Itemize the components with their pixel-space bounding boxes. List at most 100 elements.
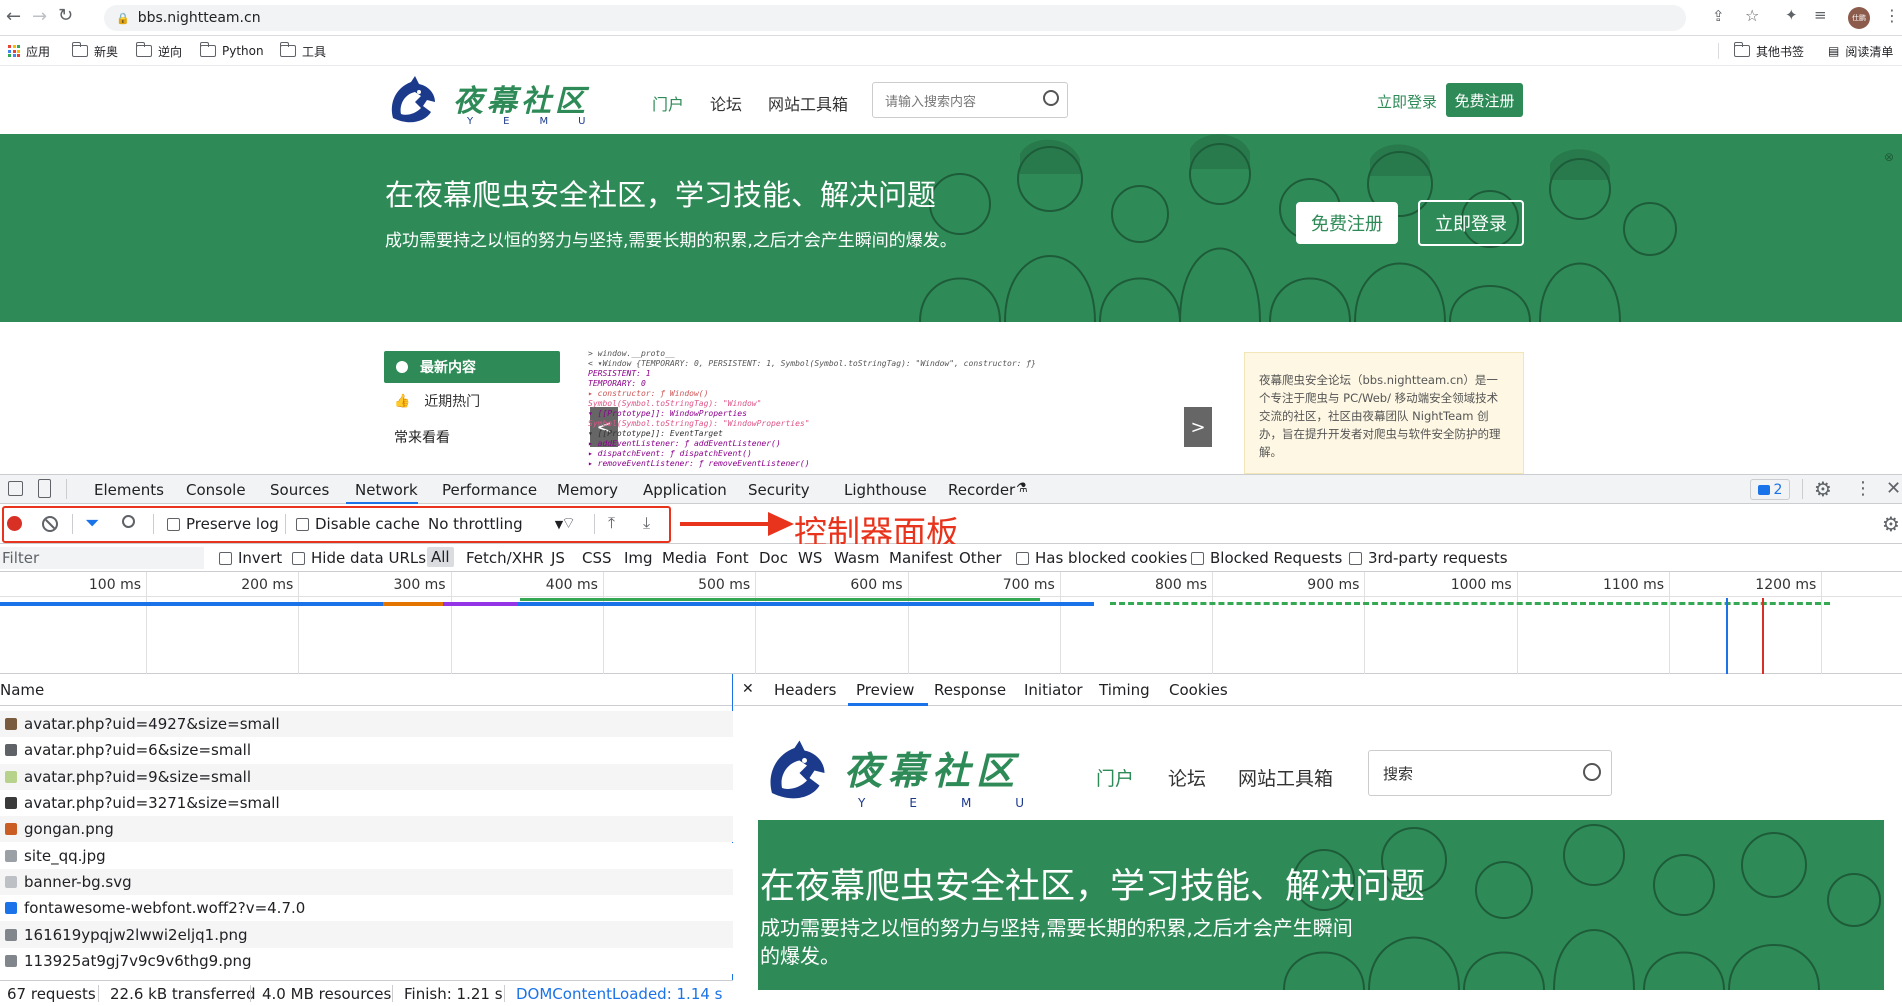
detail-tab-cookies[interactable]: Cookies <box>1169 681 1228 699</box>
request-row[interactable]: avatar.php?uid=6&size=small <box>0 737 733 764</box>
blocked-requests-checkbox[interactable]: Blocked Requests <box>1191 549 1342 567</box>
site-search[interactable]: 请输入搜索内容 <box>872 82 1068 118</box>
preserve-log-checkbox[interactable]: Preserve log <box>167 515 279 533</box>
bookmark-folder[interactable]: 逆向 <box>135 42 182 60</box>
record-button[interactable] <box>7 516 22 531</box>
nav-forum[interactable]: 论坛 <box>710 91 742 115</box>
tab-elements[interactable]: Elements <box>94 481 164 499</box>
bookmark-folder[interactable]: 工具 <box>279 42 326 60</box>
request-row[interactable]: fontawesome-webfont.woff2?v=4.7.0 <box>0 895 733 922</box>
type-filter-doc[interactable]: Doc <box>759 549 788 567</box>
bookmark-folder[interactable]: Python <box>199 42 264 60</box>
tab-lighthouse[interactable]: Lighthouse <box>844 481 927 499</box>
import-har-icon[interactable]: ⤒ <box>608 513 615 533</box>
login-link[interactable]: 立即登录 <box>1377 91 1437 112</box>
request-row[interactable]: banner-bg.svg <box>0 868 733 896</box>
tab-application[interactable]: Application <box>643 481 727 499</box>
close-detail-icon[interactable]: ✕ <box>742 681 754 697</box>
close-icon[interactable]: ⊗ <box>1884 150 1894 164</box>
detail-tab-initiator[interactable]: Initiator <box>1024 681 1083 699</box>
tab-memory[interactable]: Memory <box>557 481 618 499</box>
type-filter-img[interactable]: Img <box>624 549 653 567</box>
blocked-cookies-checkbox[interactable]: Has blocked cookies <box>1016 549 1187 567</box>
carousel-next-button[interactable]: > <box>1184 407 1212 447</box>
bookmark-other[interactable]: 其他书签 <box>1733 42 1804 60</box>
side-item-latest[interactable]: 最新内容 <box>384 351 560 383</box>
detail-tab-timing[interactable]: Timing <box>1099 681 1150 699</box>
filter-funnel-icon[interactable]: ⏷ <box>85 513 99 534</box>
forward-icon[interactable]: → <box>32 6 47 27</box>
reload-icon[interactable]: ↻ <box>58 5 73 26</box>
type-filter-js[interactable]: JS <box>551 549 565 567</box>
request-row[interactable]: avatar.php?uid=3271&size=small <box>0 789 733 817</box>
type-filter-css[interactable]: CSS <box>582 549 612 567</box>
request-name: site_qq.jpg <box>24 846 106 865</box>
detail-tab-response[interactable]: Response <box>934 681 1006 699</box>
type-filter-media[interactable]: Media <box>662 549 707 567</box>
side-item-hot[interactable]: 👍 近期热门 <box>384 383 560 419</box>
bookmark-folder[interactable]: 新奥 <box>71 42 118 60</box>
type-filter-xhr[interactable]: Fetch/XHR <box>466 549 544 567</box>
third-party-checkbox[interactable]: 3rd-party requests <box>1349 549 1508 567</box>
request-row[interactable]: site_qq.jpg <box>0 842 733 869</box>
network-overview[interactable]: 100 ms 200 ms 300 ms 400 ms 500 ms 600 ms 700 … <box>0 572 1902 674</box>
code-line: < ▾Window {TEMPORARY: 0, PERSISTENT: 1, … <box>588 359 1036 368</box>
inspect-icon[interactable] <box>8 481 23 496</box>
menu-icon[interactable]: ⋮ <box>1884 6 1900 25</box>
preview-logo-text: 夜幕社区 <box>844 748 1021 793</box>
close-devtools-icon[interactable]: ✕ <box>1886 478 1901 499</box>
network-settings-gear-icon[interactable]: ⚙ <box>1882 512 1900 536</box>
tab-console[interactable]: Console <box>186 481 246 499</box>
share-icon[interactable]: ⇪ <box>1712 7 1725 25</box>
star-icon[interactable]: ☆ <box>1745 6 1759 25</box>
disable-cache-checkbox[interactable]: Disable cache <box>296 515 420 533</box>
avatar[interactable]: 仕鹏 <box>1848 7 1870 29</box>
back-icon[interactable]: ← <box>6 6 21 27</box>
register-button[interactable]: 免费注册 <box>1446 83 1523 117</box>
settings-gear-icon[interactable]: ⚙ <box>1814 477 1832 501</box>
file-type-icon <box>5 954 17 967</box>
banner-register-button[interactable]: 免费注册 <box>1296 202 1398 244</box>
throttling-select[interactable]: No throttling ▼ <box>428 515 563 533</box>
tab-sources[interactable]: Sources <box>270 481 329 499</box>
bookmark-apps[interactable]: 应用 <box>8 42 50 60</box>
reading-list-icon[interactable]: ≡ <box>1814 6 1827 24</box>
request-row[interactable]: avatar.php?uid=9&size=small <box>0 763 733 790</box>
type-filter-manifest[interactable]: Manifest <box>889 549 953 567</box>
device-toggle-icon[interactable] <box>38 479 51 498</box>
tab-network[interactable]: Network <box>355 481 418 499</box>
bookmark-reading-list[interactable]: ▤ 阅读清单 <box>1828 42 1893 60</box>
tab-security[interactable]: Security <box>748 481 810 499</box>
invert-checkbox[interactable]: Invert <box>219 549 282 567</box>
name-column-header[interactable]: Name <box>0 674 732 706</box>
request-row[interactable]: avatar.php?uid=4927&size=small <box>0 711 733 738</box>
bookmark-label: Python <box>222 44 264 58</box>
type-filter-font[interactable]: Font <box>716 549 749 567</box>
side-item-frequent: 常来看看 <box>394 430 450 446</box>
site-logo[interactable]: 夜幕社区 Y E M U <box>385 74 595 130</box>
type-filter-ws[interactable]: WS <box>798 549 822 567</box>
type-filter-all[interactable]: All <box>427 547 454 567</box>
request-row[interactable]: 113925at9gj7v9c9v6thg9.png <box>0 947 733 974</box>
network-conditions-icon[interactable]: ⌔ <box>561 513 576 533</box>
filter-input[interactable]: Filter <box>0 547 204 569</box>
nav-toolbox[interactable]: 网站工具箱 <box>768 91 848 115</box>
tab-performance[interactable]: Performance <box>442 481 537 499</box>
type-filter-wasm[interactable]: Wasm <box>834 549 880 567</box>
search-icon[interactable] <box>1043 90 1059 106</box>
issues-badge[interactable]: 2 <box>1750 479 1790 500</box>
export-har-icon[interactable]: ⤓ <box>643 513 650 533</box>
search-icon[interactable] <box>122 515 135 528</box>
more-options-icon[interactable]: ⋮ <box>1854 478 1872 499</box>
address-bar[interactable]: 🔒 bbs.nightteam.cn <box>104 5 1686 31</box>
detail-tab-preview[interactable]: Preview <box>856 681 914 699</box>
nav-portal[interactable]: 门户 <box>652 91 684 115</box>
banner-login-button[interactable]: 立即登录 <box>1418 200 1524 246</box>
detail-tab-headers[interactable]: Headers <box>774 681 836 699</box>
tab-recorder[interactable]: Recorder <box>948 481 1015 499</box>
request-row[interactable]: 161619ypqjw2lwwi2eljq1.png <box>0 921 733 948</box>
hide-data-urls-checkbox[interactable]: Hide data URLs <box>292 549 426 567</box>
request-row[interactable]: gongan.png <box>0 816 733 843</box>
type-filter-other[interactable]: Other <box>959 549 1002 567</box>
extensions-icon[interactable]: ✦ <box>1785 6 1798 24</box>
